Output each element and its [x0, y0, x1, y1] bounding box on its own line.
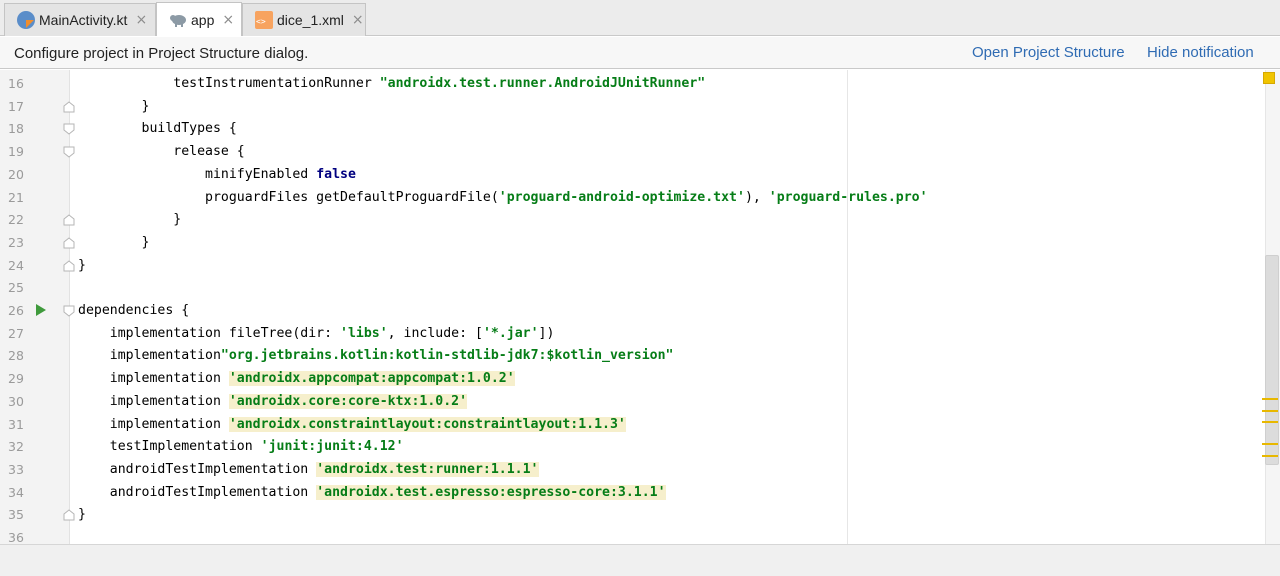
tab-label: MainActivity.kt	[39, 12, 128, 28]
line-number: 35	[8, 507, 24, 523]
code-line[interactable]: 30 implementation 'androidx.core:core-kt…	[0, 390, 1262, 413]
tab-app[interactable]: app ×	[156, 2, 242, 36]
line-number: 32	[8, 439, 24, 455]
fold-end-icon[interactable]	[63, 237, 75, 249]
code-text: }	[78, 257, 86, 273]
warning-indicator-icon[interactable]	[1263, 72, 1275, 84]
code-text: dependencies {	[78, 303, 190, 318]
vertical-scrollbar-thumb[interactable]	[1265, 255, 1279, 465]
fold-start-icon[interactable]	[63, 146, 75, 158]
run-gutter-icon[interactable]	[36, 304, 46, 316]
open-project-structure-link[interactable]: Open Project Structure	[972, 44, 1125, 61]
line-number: 19	[8, 144, 24, 160]
code-line[interactable]: 35}	[0, 503, 1262, 526]
code-text: implementation 'androidx.core:core-ktx:1…	[78, 393, 468, 409]
code-line[interactable]: 28 implementation"org.jetbrains.kotlin:k…	[0, 344, 1262, 367]
code-text: androidTestImplementation 'androidx.test…	[78, 461, 539, 477]
code-line[interactable]: 31 implementation 'androidx.constraintla…	[0, 413, 1262, 436]
tab-label: app	[191, 11, 215, 28]
line-number: 16	[8, 76, 24, 91]
code-text: testInstrumentationRunner "androidx.test…	[78, 76, 706, 91]
close-icon[interactable]: ×	[135, 12, 147, 28]
code-line[interactable]: 17 }	[0, 95, 1262, 118]
line-number: 26	[8, 303, 24, 318]
line-number: 36	[8, 530, 24, 544]
code-line[interactable]: 33 androidTestImplementation 'androidx.t…	[0, 458, 1262, 481]
code-text: }	[78, 507, 86, 523]
tab-label: dice_1.xml	[277, 12, 344, 28]
fold-end-icon[interactable]	[63, 259, 75, 272]
code-text: implementation 'androidx.constraintlayou…	[78, 416, 626, 432]
code-line[interactable]: 23 }	[0, 231, 1262, 254]
code-text: release {	[78, 144, 245, 160]
fold-start-icon[interactable]	[63, 305, 75, 317]
code-text: androidTestImplementation 'androidx.test…	[78, 484, 666, 500]
code-line[interactable]: 18 buildTypes {	[0, 117, 1262, 140]
line-number: 20	[8, 166, 24, 182]
close-icon[interactable]: ×	[222, 12, 234, 28]
code-line[interactable]: 32 testImplementation 'junit:junit:4.12'	[0, 435, 1262, 458]
line-number: 25	[8, 280, 24, 296]
highlight-marker[interactable]	[1262, 455, 1278, 457]
code-line[interactable]: 20 minifyEnabled false	[0, 163, 1262, 186]
fold-end-icon[interactable]	[63, 214, 75, 226]
line-number: 30	[8, 393, 24, 409]
notification-message: Configure project in Project Structure d…	[14, 45, 309, 62]
code-line[interactable]: 26 dependencies {	[0, 299, 1262, 322]
tab-mainactivity[interactable]: MainActivity.kt ×	[4, 3, 156, 36]
highlight-marker[interactable]	[1262, 398, 1278, 400]
line-number: 34	[8, 484, 24, 500]
bottom-status-area	[0, 544, 1280, 576]
close-icon[interactable]: ×	[352, 12, 364, 28]
code-text: proguardFiles getDefaultProguardFile('pr…	[78, 189, 928, 205]
fold-start-icon[interactable]	[63, 123, 75, 136]
xml-file-icon	[255, 11, 273, 29]
code-text: implementation"org.jetbrains.kotlin:kotl…	[78, 348, 674, 364]
line-number: 23	[8, 234, 24, 250]
line-number: 21	[8, 189, 24, 205]
code-line[interactable]: 22 }	[0, 208, 1262, 231]
editor-tab-bar: MainActivity.kt × app × dice_1.xml ×	[0, 0, 1280, 36]
code-line[interactable]: 16 testInstrumentationRunner "androidx.t…	[0, 72, 1262, 95]
line-number: 18	[8, 121, 24, 137]
line-number: 24	[8, 257, 24, 273]
fold-end-icon[interactable]	[63, 101, 75, 113]
code-line[interactable]: 25	[0, 276, 1262, 299]
code-text: implementation 'androidx.appcompat:appco…	[78, 371, 515, 387]
highlight-marker[interactable]	[1262, 410, 1278, 412]
code-text: }	[78, 98, 150, 114]
code-line[interactable]: 24}	[0, 254, 1262, 277]
line-number: 29	[8, 371, 24, 387]
code-text: buildTypes {	[78, 121, 237, 137]
code-line[interactable]: 21 proguardFiles getDefaultProguardFile(…	[0, 186, 1262, 209]
kotlin-file-icon	[17, 11, 35, 29]
notification-bar: Configure project in Project Structure d…	[0, 37, 1280, 69]
line-number: 31	[8, 416, 24, 432]
line-number: 27	[8, 325, 24, 341]
code-line[interactable]: 29 implementation 'androidx.appcompat:ap…	[0, 367, 1262, 390]
code-text: minifyEnabled false	[78, 166, 356, 182]
line-number: 33	[8, 461, 24, 477]
line-number: 22	[8, 212, 24, 228]
highlight-marker[interactable]	[1262, 443, 1278, 445]
code-text: }	[78, 212, 182, 228]
line-number: 28	[8, 348, 24, 364]
code-line[interactable]: 36	[0, 526, 1262, 544]
code-line[interactable]: 27 implementation fileTree(dir: 'libs', …	[0, 322, 1262, 345]
tab-dice-xml[interactable]: dice_1.xml ×	[242, 3, 366, 36]
highlight-marker[interactable]	[1262, 421, 1278, 423]
code-text: testImplementation 'junit:junit:4.12'	[78, 439, 404, 455]
code-line[interactable]: 19 release {	[0, 140, 1262, 163]
fold-end-icon[interactable]	[63, 509, 75, 521]
code-text: implementation fileTree(dir: 'libs', inc…	[78, 325, 555, 341]
code-text: }	[78, 234, 150, 250]
gradle-elephant-icon	[169, 11, 187, 29]
line-number: 17	[8, 98, 24, 114]
hide-notification-link[interactable]: Hide notification	[1147, 44, 1254, 61]
code-editor[interactable]: 16 testInstrumentationRunner "androidx.t…	[0, 70, 1280, 544]
code-line[interactable]: 34 androidTestImplementation 'androidx.t…	[0, 481, 1262, 504]
